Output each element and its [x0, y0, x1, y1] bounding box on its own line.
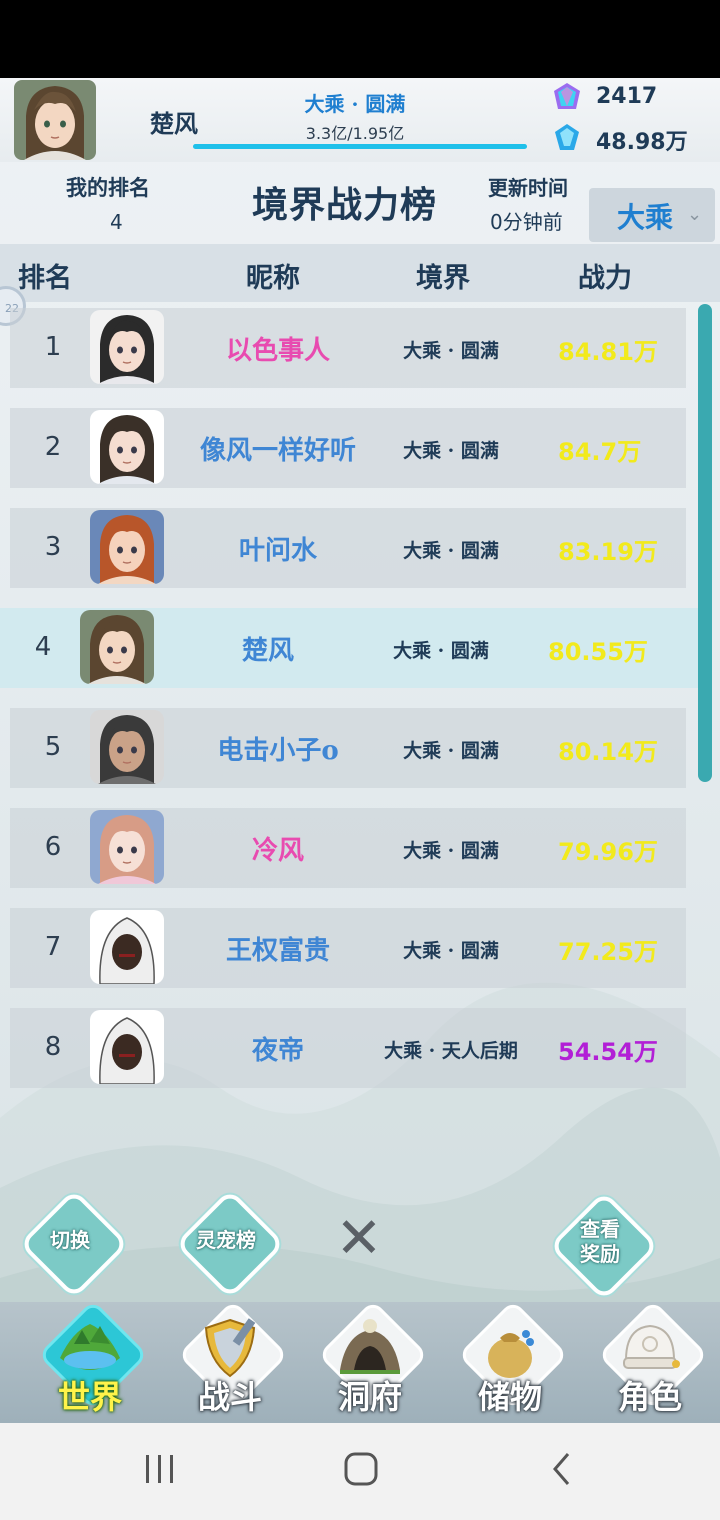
row-rank: 7 — [44, 932, 62, 962]
row-avatar[interactable] — [90, 310, 164, 384]
diamond-gem-icon — [554, 83, 580, 109]
nav-battle[interactable]: 战斗 — [172, 1299, 289, 1420]
exp-progress-bar — [193, 144, 527, 149]
row-avatar[interactable] — [90, 810, 164, 884]
row-rank: 1 — [44, 332, 62, 362]
row-power: 54.54万 — [558, 1038, 658, 1066]
row-power: 79.96万 — [558, 838, 658, 866]
row-power: 84.7万 — [558, 438, 642, 466]
row-realm: 大乘 · 圆满 — [403, 340, 499, 362]
crystal-gem-icon — [555, 124, 579, 150]
ranking-screen: 楚风 大乘 · 圆满 3.3亿/1.95亿 2417 48.98万 我的排名 4… — [0, 78, 720, 1423]
player-avatar[interactable] — [14, 80, 96, 160]
close-icon[interactable]: ✕ — [334, 1211, 384, 1267]
row-realm: 大乘 · 圆满 — [403, 840, 499, 862]
table-row[interactable]: 4 楚风 大乘 · 圆满 80.55万 — [0, 608, 698, 688]
my-rank-label: 我的排名 — [66, 175, 150, 200]
player-name: 楚风 — [150, 109, 198, 138]
board-title: 境界战力榜 — [252, 184, 438, 226]
row-realm: 大乘 · 圆满 — [403, 540, 499, 562]
player-realm: 大乘 · 圆满 — [304, 92, 406, 116]
nav-character[interactable]: 角色 — [592, 1299, 709, 1420]
table-row[interactable]: 3 叶问水 大乘 · 圆满 83.19万 — [10, 508, 686, 588]
exp-text: 3.3亿/1.95亿 — [305, 124, 405, 143]
nav-storage[interactable]: 储物 — [452, 1299, 569, 1420]
back-icon[interactable] — [550, 1451, 574, 1487]
view-rewards-button[interactable]: 查看 奖励 — [548, 1190, 660, 1302]
table-row[interactable]: 8 夜帝 大乘 · 天人后期 54.54万 — [10, 1008, 686, 1088]
system-nav-bar — [0, 1423, 720, 1520]
table-row[interactable]: 2 像风一样好听 大乘 · 圆满 84.7万 — [10, 408, 686, 488]
row-rank: 4 — [34, 632, 52, 662]
update-time-label: 更新时间 — [488, 176, 568, 200]
table-row[interactable]: 1 以色事人 大乘 · 圆满 84.81万 — [10, 308, 686, 388]
row-nickname: 像风一样好听 — [199, 436, 356, 466]
row-realm: 大乘 · 圆满 — [403, 740, 499, 762]
status-bar — [0, 0, 720, 78]
row-avatar[interactable] — [90, 910, 164, 984]
home-icon[interactable] — [343, 1451, 379, 1487]
row-realm: 大乘 · 圆满 — [403, 940, 499, 962]
currency-2-value: 48.98万 — [596, 130, 688, 155]
row-avatar[interactable] — [90, 1010, 164, 1084]
row-avatar[interactable] — [80, 610, 154, 684]
nav-world[interactable]: 世界 — [32, 1299, 149, 1420]
row-realm: 大乘 · 天人后期 — [384, 1040, 518, 1062]
row-rank: 5 — [44, 732, 62, 762]
row-nickname: 冷风 — [251, 836, 304, 866]
row-rank: 8 — [44, 1032, 62, 1062]
nav-cave[interactable]: 洞府 — [312, 1299, 429, 1420]
switch-button[interactable]: 切换 — [18, 1188, 130, 1300]
row-nickname: 电击小子o — [217, 736, 339, 766]
row-nickname: 楚风 — [241, 636, 294, 666]
row-nickname: 王权富贵 — [225, 936, 330, 966]
table-row[interactable]: 7 王权富贵 大乘 · 圆满 77.25万 — [10, 908, 686, 988]
row-power: 83.19万 — [558, 538, 658, 566]
table-row[interactable]: 6 冷风 大乘 · 圆满 79.96万 — [10, 808, 686, 888]
row-power: 84.81万 — [558, 338, 658, 366]
row-power: 80.55万 — [548, 638, 648, 666]
row-avatar[interactable] — [90, 410, 164, 484]
row-nickname: 夜帝 — [251, 1036, 304, 1066]
row-nickname: 叶问水 — [238, 536, 317, 566]
row-realm: 大乘 · 圆满 — [403, 440, 499, 462]
exp-progress-fill — [193, 144, 527, 149]
row-rank: 2 — [44, 432, 62, 462]
row-power: 80.14万 — [558, 738, 658, 766]
row-power: 77.25万 — [558, 938, 658, 966]
row-avatar[interactable] — [90, 510, 164, 584]
row-rank: 3 — [44, 532, 62, 562]
pet-board-button[interactable]: 灵宠榜 — [174, 1188, 286, 1300]
recent-apps-icon[interactable] — [144, 1451, 176, 1487]
bottom-nav: 世界 战斗 洞府 储物 角色 — [0, 1299, 720, 1423]
player-header: 楚风 大乘 · 圆满 3.3亿/1.95亿 2417 48.98万 — [0, 78, 720, 162]
row-nickname: 以色事人 — [225, 336, 330, 366]
table-row[interactable]: 5 电击小子o 大乘 · 圆满 80.14万 — [10, 708, 686, 788]
ranking-list[interactable]: 1 以色事人 大乘 · 圆满 84.81万 2 像风一样好听 大乘 · 圆满 8… — [0, 222, 698, 1094]
currency-1-value: 2417 — [596, 84, 658, 109]
row-avatar[interactable] — [90, 710, 164, 784]
row-realm: 大乘 · 圆满 — [393, 640, 489, 662]
scrollbar[interactable] — [698, 304, 712, 782]
row-rank: 6 — [44, 832, 62, 862]
